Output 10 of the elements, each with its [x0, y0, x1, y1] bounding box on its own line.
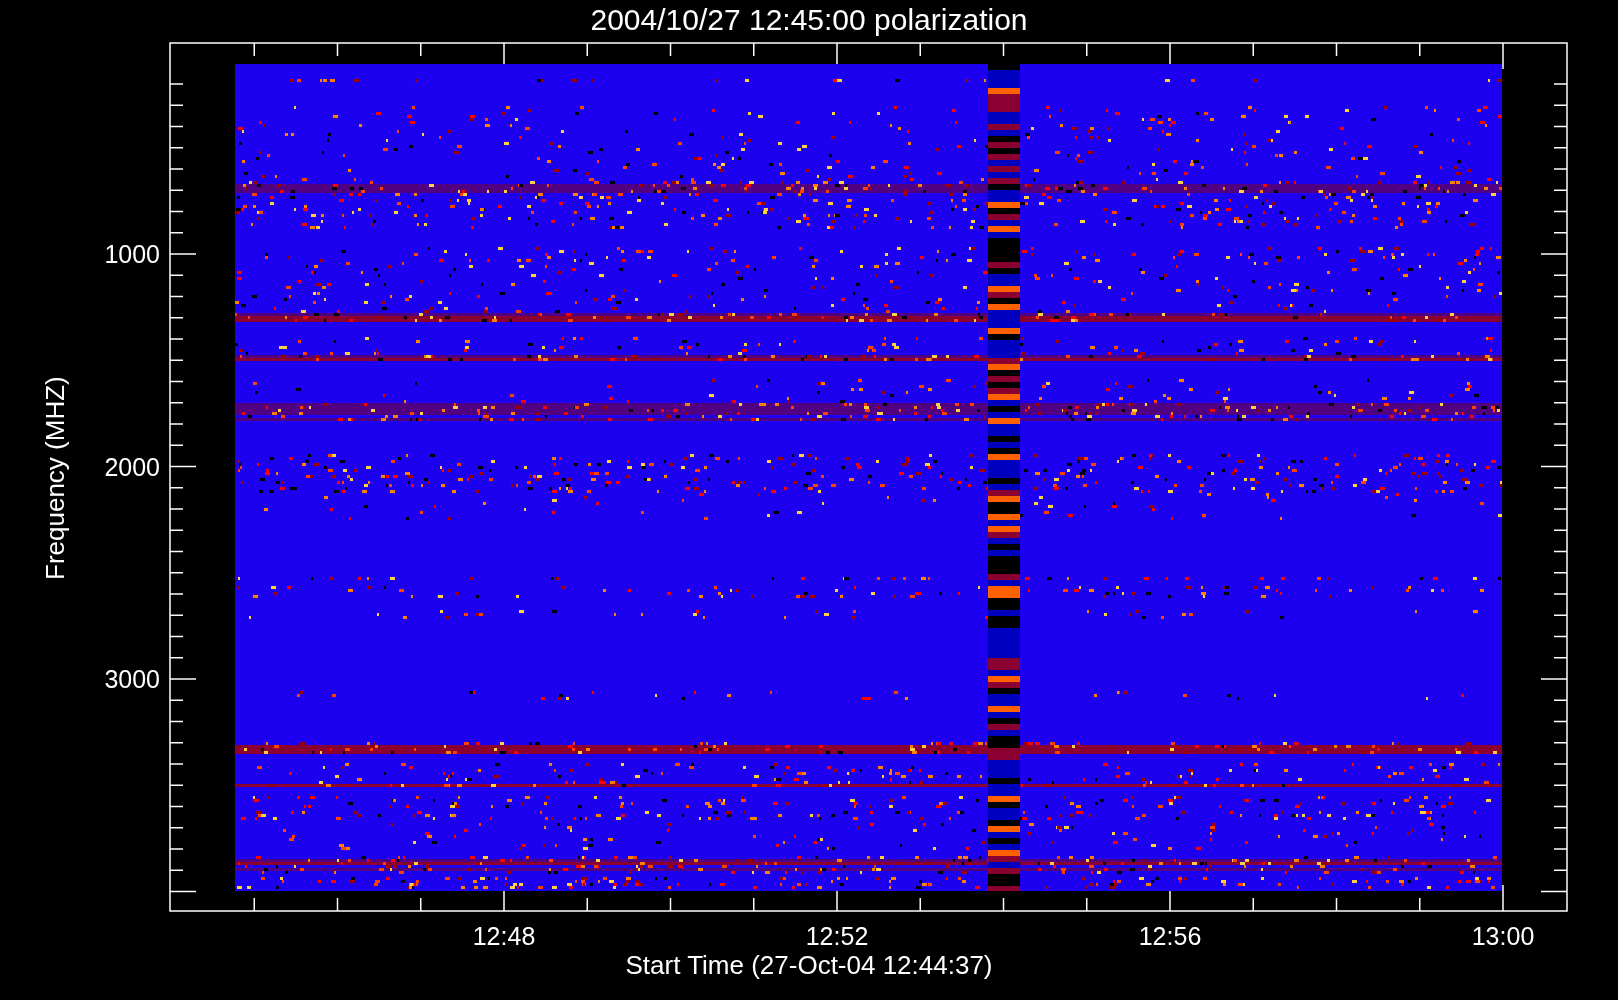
x-tick-label: 12:52	[805, 922, 869, 950]
y-tick-label: 3000	[104, 665, 160, 693]
x-axis-title: Start Time (27-Oct-04 12:44:37)	[625, 950, 993, 980]
y-tick-label: 1000	[104, 240, 160, 268]
y-axis-title: Frequency (MHZ)	[40, 380, 70, 580]
x-tick-label: 12:48	[472, 922, 536, 950]
y-tick-label: 2000	[104, 452, 160, 481]
x-tick-label: 12:56	[1138, 922, 1202, 950]
chart-title: 2004/10/27 12:45:00 polarization	[589, 2, 1029, 38]
x-tick-label: 13:00	[1471, 922, 1535, 950]
